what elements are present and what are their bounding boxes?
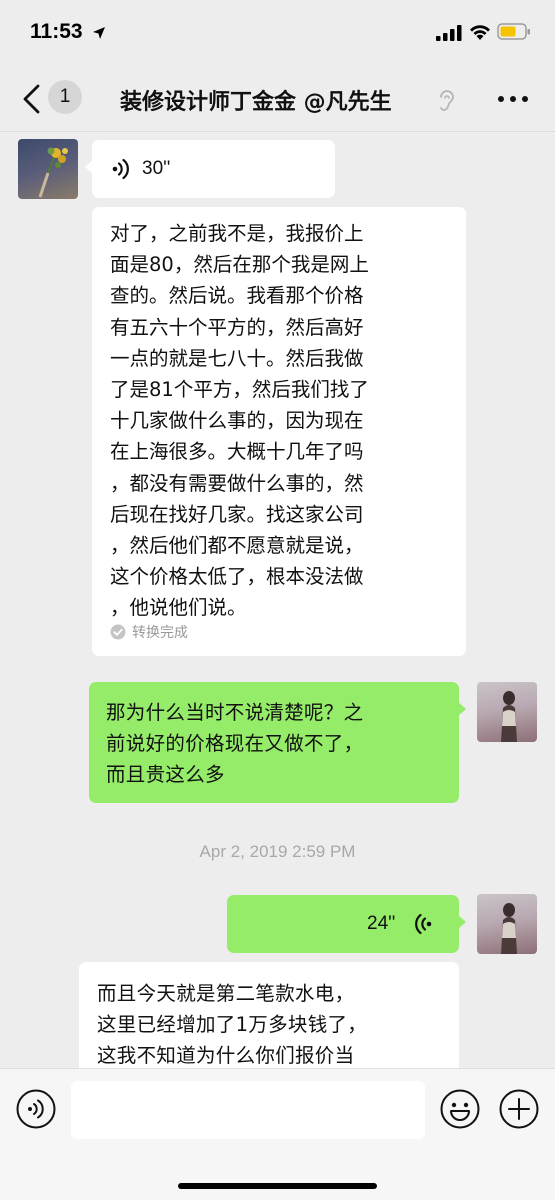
transcript-line: ，他说他们说。 xyxy=(110,596,247,620)
status-bar: 11:53 xyxy=(0,0,555,66)
message-timestamp: Apr 2, 2019 2:59 PM xyxy=(199,842,356,861)
more-dot-icon xyxy=(522,96,528,102)
transcript-line: 有五六十个平方的，然后高好 xyxy=(110,315,364,339)
outgoing-voice-message[interactable]: 24'' xyxy=(227,895,466,953)
transcript-text: 对了，之前我不是，我报价上 面是80，然后在那个我是网上 查的。然后说。我看那个… xyxy=(110,218,455,624)
status-time: 11:53 xyxy=(30,20,83,43)
incoming-voice-message[interactable]: 30'' xyxy=(85,140,335,198)
plus-icon xyxy=(499,1089,539,1129)
flower-photo-icon xyxy=(38,147,68,198)
more-dot-icon xyxy=(510,96,516,102)
my-avatar[interactable] xyxy=(477,894,537,954)
transcript-line: 了是81个平方，然后我们找了 xyxy=(110,378,369,402)
message-line: 前说好的价格现在又做不了， xyxy=(106,732,364,755)
message-line: 这我不知道为什么你们报价当 xyxy=(97,1044,355,1067)
message-input[interactable] xyxy=(71,1081,425,1139)
transcript-line: 在上海很多。大概十几年了吗 xyxy=(110,440,364,464)
my-avatar[interactable] xyxy=(477,682,537,742)
check-circle-icon xyxy=(110,624,126,640)
more-actions-button[interactable] xyxy=(499,1089,539,1133)
battery-icon xyxy=(497,22,531,46)
chevron-left-icon xyxy=(23,84,40,114)
home-indicator[interactable] xyxy=(178,1183,377,1189)
transcript-line: ，都没有需要做什么事的，然 xyxy=(110,471,364,495)
smiley-icon xyxy=(440,1089,480,1129)
transcript-line: 后现在找好几家。找这家公司 xyxy=(110,502,364,526)
voice-wave-icon xyxy=(415,913,432,935)
voice-duration: 24'' xyxy=(367,913,396,934)
transcript-line: ，然后他们都不愿意就是说， xyxy=(110,534,364,558)
location-arrow-icon xyxy=(92,25,106,44)
transcript-line: 这个价格太低了，根本没法做 xyxy=(110,565,364,589)
emoji-button[interactable] xyxy=(440,1089,480,1133)
message-line: 而且贵这么多 xyxy=(106,763,225,786)
chat-header: 1 装修设计师丁金金 @凡先生 xyxy=(0,66,555,132)
incoming-text-message[interactable]: 而且今天就是第二笔款水电， 这里已经增加了1万多块钱了， 这我不知道为什么你们报… xyxy=(79,962,459,1082)
message-line: 那为什么当时不说清楚呢？之 xyxy=(106,701,364,724)
message-line: 这里已经增加了1万多块钱了， xyxy=(97,1013,368,1036)
earpiece-mode-icon xyxy=(437,88,457,118)
conversion-status: 转换完成 xyxy=(110,622,188,642)
transcript-line: 对了，之前我不是，我报价上 xyxy=(110,222,364,245)
voice-input-toggle[interactable] xyxy=(16,1089,56,1133)
person-photo-icon xyxy=(501,903,517,954)
back-button[interactable] xyxy=(16,80,48,118)
contact-avatar[interactable] xyxy=(18,139,78,199)
transcript-line: 十几家做什么事的，因为现在 xyxy=(110,409,364,433)
unread-count-badge[interactable]: 1 xyxy=(48,80,82,114)
message-input-bar xyxy=(0,1068,555,1200)
voice-duration: 30'' xyxy=(142,158,171,179)
person-photo-icon xyxy=(501,691,517,742)
conversion-status-label: 转换完成 xyxy=(132,625,188,641)
voice-mode-icon xyxy=(16,1089,56,1129)
more-dot-icon xyxy=(498,96,504,102)
chat-title: 装修设计师丁金金 @凡先生 xyxy=(120,90,392,115)
voice-wave-icon xyxy=(112,158,129,180)
transcript-line: 一点的就是七八十。然后我做 xyxy=(110,346,364,370)
outgoing-text-message[interactable]: 那为什么当时不说清楚呢？之 前说好的价格现在又做不了， 而且贵这么多 xyxy=(89,682,466,803)
more-options-button[interactable] xyxy=(496,96,532,106)
cellular-signal-icon xyxy=(436,25,462,45)
transcript-line: 面是80，然后在那个我是网上 xyxy=(110,253,369,277)
wifi-icon xyxy=(468,23,492,45)
transcript-line: 查的。然后说。我看那个价格 xyxy=(110,284,364,308)
message-line: 而且今天就是第二笔款水电， xyxy=(97,982,355,1005)
